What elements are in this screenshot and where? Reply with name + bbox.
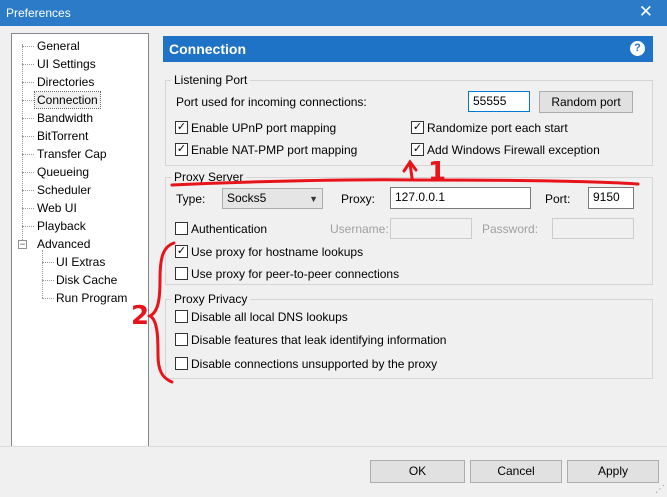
proxy-type-label: Type:	[176, 192, 206, 206]
proxy-host-label: Proxy:	[341, 192, 376, 206]
randomize-port-label: Randomize port each start	[427, 121, 568, 135]
tree-item-bittorrent[interactable]: BitTorrent	[35, 128, 90, 144]
tree-connector	[22, 172, 34, 173]
tree-item-disk-cache[interactable]: Disk Cache	[54, 272, 119, 288]
nat-pmp-checkbox[interactable]: ✓	[175, 143, 188, 156]
tree-item-web-ui[interactable]: Web UI	[35, 200, 79, 216]
tree-connector	[22, 64, 34, 65]
preferences-window: Preferences ✕ General UI Settings Direct…	[0, 0, 667, 497]
proxy-port-label: Port:	[545, 192, 571, 206]
page-title: Connection	[169, 41, 246, 57]
tree-connector	[22, 100, 34, 101]
authentication-checkbox[interactable]	[175, 222, 188, 235]
tree-connector	[42, 262, 54, 263]
dialog-footer: OK Cancel Apply ⋰	[0, 446, 667, 497]
resize-grip-icon[interactable]: ⋰	[655, 484, 665, 495]
peer-to-peer-checkbox[interactable]	[175, 267, 188, 280]
disable-unsupported-label: Disable connections unsupported by the p…	[191, 357, 438, 371]
window-title: Preferences	[6, 6, 71, 20]
tree-item-ui-extras[interactable]: UI Extras	[54, 254, 107, 270]
tree-item-bandwidth[interactable]: Bandwidth	[35, 110, 95, 126]
proxy-host-input[interactable]: 127.0.0.1	[390, 187, 531, 209]
tree-connector	[22, 46, 34, 47]
hostname-lookups-label: Use proxy for hostname lookups	[191, 245, 364, 259]
disable-leak-features-label: Disable features that leak identifying i…	[191, 333, 447, 347]
incoming-port-input[interactable]: 55555	[468, 91, 530, 112]
password-input	[552, 218, 634, 239]
title-bar[interactable]: Preferences ✕	[0, 0, 667, 26]
incoming-port-label: Port used for incoming connections:	[176, 95, 367, 109]
tree-connector	[22, 136, 34, 137]
tree-connector	[42, 280, 54, 281]
tree-connector	[22, 44, 23, 246]
listening-port-title: Listening Port	[171, 73, 251, 87]
disable-unsupported-checkbox[interactable]	[175, 357, 188, 370]
tree-connector	[42, 298, 54, 299]
tree-connector	[22, 82, 34, 83]
upnp-label: Enable UPnP port mapping	[191, 121, 337, 135]
ok-button[interactable]: OK	[370, 460, 465, 483]
proxy-privacy-title: Proxy Privacy	[171, 292, 251, 306]
tree-item-connection[interactable]: Connection	[34, 91, 101, 109]
authentication-label: Authentication	[191, 222, 268, 236]
close-icon[interactable]: ✕	[639, 2, 653, 22]
collapse-icon[interactable]: −	[18, 240, 27, 249]
hostname-lookups-checkbox[interactable]: ✓	[175, 245, 188, 258]
category-tree[interactable]: General UI Settings Directories Connecti…	[11, 33, 149, 451]
tree-item-directories[interactable]: Directories	[35, 74, 96, 90]
random-port-button[interactable]: Random port	[539, 91, 633, 113]
tree-item-playback[interactable]: Playback	[35, 218, 88, 234]
tree-connector	[42, 250, 43, 298]
tree-connector	[22, 154, 34, 155]
nat-pmp-label: Enable NAT-PMP port mapping	[191, 143, 358, 157]
disable-dns-checkbox[interactable]	[175, 310, 188, 323]
tree-item-general[interactable]: General	[35, 38, 82, 54]
tree-item-run-program[interactable]: Run Program	[54, 290, 129, 306]
proxy-port-input[interactable]: 9150	[588, 187, 634, 209]
randomize-port-checkbox[interactable]: ✓	[411, 121, 424, 134]
username-input	[390, 218, 472, 239]
proxy-server-title: Proxy Server	[171, 170, 247, 184]
tree-item-transfer-cap[interactable]: Transfer Cap	[35, 146, 109, 162]
password-label: Password:	[482, 222, 539, 236]
tree-connector	[22, 118, 34, 119]
tree-connector	[22, 208, 34, 209]
proxy-type-select[interactable]: Socks5 ▼	[222, 188, 323, 209]
username-label: Username:	[330, 222, 389, 236]
firewall-exception-checkbox[interactable]: ✓	[411, 143, 424, 156]
tree-item-scheduler[interactable]: Scheduler	[35, 182, 93, 198]
tree-item-queueing[interactable]: Queueing	[35, 164, 91, 180]
tree-item-advanced[interactable]: Advanced	[35, 236, 92, 252]
upnp-checkbox[interactable]: ✓	[175, 121, 188, 134]
firewall-exception-label: Add Windows Firewall exception	[427, 143, 600, 157]
disable-dns-label: Disable all local DNS lookups	[191, 310, 348, 324]
cancel-button[interactable]: Cancel	[470, 460, 562, 483]
tree-item-ui-settings[interactable]: UI Settings	[35, 56, 98, 72]
peer-to-peer-label: Use proxy for peer-to-peer connections	[191, 267, 400, 281]
tree-connector	[22, 226, 34, 227]
chevron-down-icon: ▼	[309, 194, 318, 204]
apply-button[interactable]: Apply	[567, 460, 659, 483]
proxy-type-value: Socks5	[227, 191, 267, 205]
disable-leak-features-checkbox[interactable]	[175, 333, 188, 346]
help-icon[interactable]: ?	[630, 41, 645, 56]
tree-connector	[22, 190, 34, 191]
page-header: Connection ?	[163, 36, 653, 62]
